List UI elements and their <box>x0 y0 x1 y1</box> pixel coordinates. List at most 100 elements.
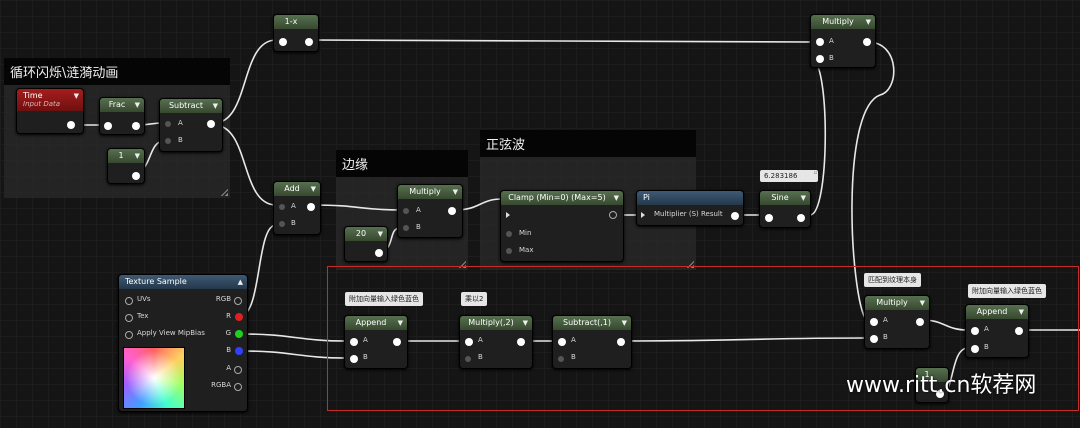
multiply-input-pin-a[interactable] <box>816 38 824 46</box>
add-node-title: Add <box>284 184 300 193</box>
clamp-min-pin[interactable] <box>506 231 512 237</box>
wire <box>809 59 827 216</box>
constant-node-header[interactable]: 20 ▼ <box>345 227 387 241</box>
multiply-edge-node[interactable]: Multiply ▼ A B <box>397 184 463 238</box>
constant-output-pin[interactable] <box>375 249 383 257</box>
subtract-node[interactable]: Subtract ▼ A B <box>159 98 223 152</box>
chevron-down-icon[interactable]: ▼ <box>74 89 79 103</box>
chevron-down-icon[interactable]: ▼ <box>866 15 871 29</box>
rgba-output-pin[interactable] <box>234 383 242 391</box>
multiply-node-header[interactable]: Multiply ▼ <box>811 15 875 29</box>
uvs-input-pin[interactable] <box>125 297 133 305</box>
rgb-output-pin[interactable] <box>234 297 242 305</box>
time-node-header[interactable]: Time Input Data ▼ <box>17 89 83 111</box>
sine-comment-bubble: 6.283186 ▫ <box>760 170 818 182</box>
pin-label-a: A <box>291 202 296 210</box>
frac-output-pin[interactable] <box>132 122 140 130</box>
one-minus-input-pin[interactable] <box>279 38 287 46</box>
time-node-subtitle: Input Data <box>23 100 61 108</box>
add-input-pin-a[interactable] <box>279 204 285 210</box>
chevron-down-icon[interactable]: ▼ <box>378 227 383 241</box>
material-graph-canvas[interactable]: 循环闪烁\涟漪动画 边缘 正弦波 Time Input Data ▼ Frac … <box>0 0 1080 428</box>
output-label-g: G <box>225 329 231 337</box>
collapse-arrow-icon[interactable]: ▲ <box>238 275 243 289</box>
pi-node[interactable]: Pi Multiplier (S) Result <box>636 190 744 226</box>
pin-label-b: B <box>416 223 421 231</box>
pin-label-b: B <box>829 54 834 62</box>
pin-label-max: Max <box>519 246 534 254</box>
comment-title: 边缘 <box>336 150 468 177</box>
output-label-a: A <box>226 364 231 372</box>
one-minus-node[interactable]: 1-x <box>273 14 319 52</box>
frac-input-pin[interactable] <box>104 122 112 130</box>
mipbias-input-pin[interactable] <box>125 331 133 339</box>
comment-title: 循环闪烁\涟漪动画 <box>4 58 230 85</box>
clamp-node[interactable]: Clamp (Min=0) (Max=5) ▼ Min Max <box>500 190 624 262</box>
time-node-title: Time <box>23 91 43 100</box>
constant-20-node[interactable]: 20 ▼ <box>344 226 388 262</box>
pin-label-a: A <box>416 206 421 214</box>
texture-sample-header[interactable]: Texture Sample ▲ <box>119 275 247 289</box>
clamp-input-pin[interactable] <box>506 212 510 218</box>
pi-node-header[interactable]: Pi <box>637 191 743 205</box>
multiply-input-pin-a[interactable] <box>403 208 409 214</box>
subtract-node-title: Subtract <box>168 101 204 110</box>
one-minus-output-pin[interactable] <box>305 38 313 46</box>
chevron-down-icon[interactable]: ▼ <box>614 191 619 205</box>
time-output-pin[interactable] <box>67 121 75 129</box>
chevron-down-icon[interactable]: ▼ <box>801 191 806 205</box>
subtract-node-header[interactable]: Subtract ▼ <box>160 99 222 113</box>
frac-node[interactable]: Frac ▼ <box>99 97 145 135</box>
clamp-output-pin[interactable] <box>609 211 617 219</box>
multiply-input-pin-b[interactable] <box>403 225 409 231</box>
multiply-output-pin[interactable] <box>448 207 456 215</box>
sine-output-pin[interactable] <box>797 214 805 222</box>
constant-1-node[interactable]: 1 ▼ <box>107 148 145 184</box>
subtract-input-pin-a[interactable] <box>165 121 171 127</box>
multiply-node-header[interactable]: Multiply ▼ <box>398 185 462 199</box>
one-minus-node-title: 1-x <box>284 17 298 26</box>
add-node-header[interactable]: Add ▼ <box>274 182 320 196</box>
chevron-down-icon[interactable]: ▼ <box>213 99 218 113</box>
multiply-node-title: Multiply <box>822 17 854 26</box>
constant-node-header[interactable]: 1 ▼ <box>108 149 144 163</box>
pi-output-pin[interactable] <box>731 212 739 220</box>
add-input-pin-b[interactable] <box>279 221 285 227</box>
frac-node-header[interactable]: Frac ▼ <box>100 98 144 112</box>
tex-input-pin[interactable] <box>125 314 133 322</box>
texture-sample-node[interactable]: Texture Sample ▲ UVs Tex Apply View MipB… <box>118 274 248 412</box>
sine-node-header[interactable]: Sine ▼ <box>760 191 810 205</box>
time-node[interactable]: Time Input Data ▼ <box>16 88 84 134</box>
constant-output-pin[interactable] <box>132 172 140 180</box>
pi-input-pin[interactable] <box>641 212 645 218</box>
bubble-pin-icon[interactable]: ▫ <box>814 170 817 176</box>
multiply-top-node[interactable]: Multiply ▼ A B <box>810 14 876 68</box>
a-output-pin[interactable] <box>234 366 242 374</box>
clamp-node-header[interactable]: Clamp (Min=0) (Max=5) ▼ <box>501 191 623 205</box>
multiply-output-pin[interactable] <box>863 38 871 46</box>
one-minus-node-header[interactable]: 1-x <box>274 15 318 29</box>
output-label-b: B <box>226 346 231 354</box>
pi-pin-label: Multiplier (S) Result <box>654 210 723 218</box>
add-output-pin[interactable] <box>307 203 315 211</box>
r-output-pin[interactable] <box>235 313 243 321</box>
subtract-output-pin[interactable] <box>207 120 215 128</box>
sine-input-pin[interactable] <box>765 214 773 222</box>
chevron-down-icon[interactable]: ▼ <box>311 182 316 196</box>
comment-title: 正弦波 <box>480 130 696 157</box>
add-node[interactable]: Add ▼ A B <box>273 181 321 235</box>
chevron-down-icon[interactable]: ▼ <box>135 98 140 112</box>
clamp-max-pin[interactable] <box>506 248 512 254</box>
chevron-down-icon[interactable]: ▼ <box>135 149 140 163</box>
resize-grip-icon[interactable] <box>220 188 228 196</box>
multiply-input-pin-b[interactable] <box>816 55 824 63</box>
sine-node-title: Sine <box>771 193 789 202</box>
subtract-input-pin-b[interactable] <box>165 138 171 144</box>
chevron-down-icon[interactable]: ▼ <box>453 185 458 199</box>
frac-node-title: Frac <box>108 100 126 109</box>
b-output-pin[interactable] <box>235 347 243 355</box>
constant-value: 1 <box>118 151 124 160</box>
sine-node[interactable]: Sine ▼ <box>759 190 811 228</box>
pin-label-min: Min <box>519 229 532 237</box>
g-output-pin[interactable] <box>235 330 243 338</box>
